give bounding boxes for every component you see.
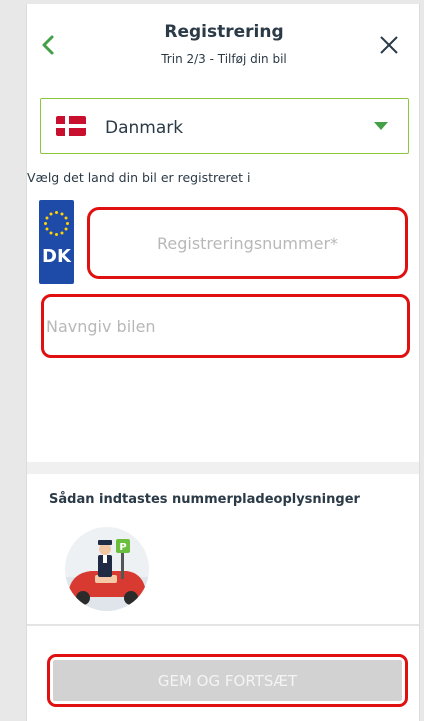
parking-attendant-illustration[interactable]: P xyxy=(65,527,149,611)
help-title: Sådan indtastes nummerpladeoplysninger xyxy=(49,492,360,507)
eu-star xyxy=(64,227,68,231)
eu-star xyxy=(49,212,53,216)
eu-star xyxy=(44,222,47,225)
denmark-flag-icon xyxy=(56,116,86,136)
eu-star xyxy=(45,216,49,220)
eu-star xyxy=(60,212,64,216)
country-hint: Vælg det land din bil er registreret i xyxy=(27,170,251,185)
country-select[interactable]: Danmark xyxy=(40,98,409,154)
eu-star xyxy=(60,231,64,235)
step-subtitle: Trin 2/3 - Tilføj din bil xyxy=(161,52,287,66)
header: Registrering Trin 2/3 - Tilføj din bil xyxy=(27,4,419,84)
car-illustration-icon: P xyxy=(65,539,149,611)
dropdown-arrow-icon xyxy=(374,122,388,130)
section-divider xyxy=(27,462,419,474)
save-button-label: GEM OG FORTSÆT xyxy=(53,660,402,701)
close-button[interactable] xyxy=(374,30,404,60)
eu-stars-icon xyxy=(44,211,69,236)
page-title: Registrering xyxy=(164,22,284,42)
eu-star xyxy=(55,211,58,214)
country-label: Danmark xyxy=(105,118,184,138)
eu-star xyxy=(55,233,58,236)
eu-star xyxy=(49,231,53,235)
svg-text:P: P xyxy=(119,542,126,553)
eu-star xyxy=(45,227,49,231)
eu-star xyxy=(66,222,69,225)
registration-number-input[interactable]: Registreringsnummer* xyxy=(87,207,408,279)
app-screen: Registrering Trin 2/3 - Tilføj din bil D… xyxy=(26,4,420,721)
close-icon xyxy=(380,36,398,54)
save-and-continue-button[interactable]: GEM OG FORTSÆT xyxy=(47,654,408,707)
footer-divider xyxy=(27,624,419,626)
car-name-placeholder: Navngiv bilen xyxy=(46,317,156,336)
plate-country-code: DK xyxy=(42,246,71,267)
eu-star xyxy=(64,216,68,220)
car-name-input[interactable]: Navngiv bilen xyxy=(41,294,410,358)
eu-plate-badge: DK xyxy=(39,200,74,284)
